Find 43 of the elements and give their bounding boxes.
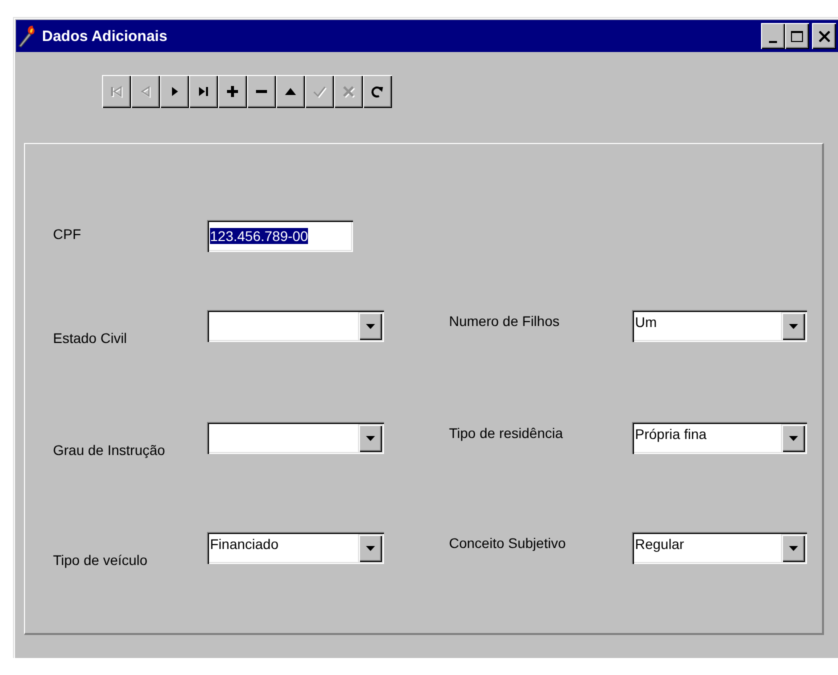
caret-icon [366,546,374,550]
field-label: Numero de Filhos [449,313,560,329]
combo-box[interactable]: Própria fina [632,422,807,454]
caret-icon [366,324,374,328]
dropdown-button[interactable] [781,424,805,452]
edit-button[interactable] [276,75,305,108]
caret-icon [788,436,798,440]
delete-button[interactable] [247,75,276,108]
dropdown-button[interactable] [781,312,805,340]
insert-button[interactable] [218,75,247,108]
caret-icon [788,546,798,550]
dropdown-button[interactable] [358,534,382,562]
maximize-icon [791,30,803,42]
last-button[interactable] [189,75,218,108]
cancel-button[interactable] [334,75,363,108]
caret-icon [788,324,798,328]
close-button[interactable] [812,23,836,49]
first-button[interactable] [102,75,131,108]
field-label: CPF [53,226,82,242]
combo-box[interactable]: Regular [632,532,807,564]
close-icon [818,30,830,42]
next-button[interactable] [160,75,189,108]
dropdown-button[interactable] [781,534,805,562]
prior-button[interactable] [131,75,160,108]
dropdown-button[interactable] [358,424,382,452]
combo-box[interactable] [207,310,384,342]
minimize-icon [769,41,777,43]
refresh-button[interactable] [363,75,392,108]
post-button[interactable] [305,75,334,108]
dropdown-button[interactable] [358,312,382,340]
combo-box[interactable]: Financiado [207,532,384,564]
window-title: Dados Adicionais [42,28,168,44]
combo-box[interactable]: Um [632,310,807,342]
field-label: Tipo de residência [449,425,564,441]
text-field[interactable]: 123.456.789-00 [207,220,353,252]
maximize-button[interactable] [785,23,809,49]
field-label: Conceito Subjetivo [449,535,567,551]
minimize-button[interactable] [761,23,785,49]
field-label: Tipo de veículo [53,552,148,568]
combo-box[interactable] [207,422,384,454]
field-label: Estado Civil [53,330,128,346]
field-label: Grau de Instrução [53,442,166,458]
caret-icon [366,436,374,440]
